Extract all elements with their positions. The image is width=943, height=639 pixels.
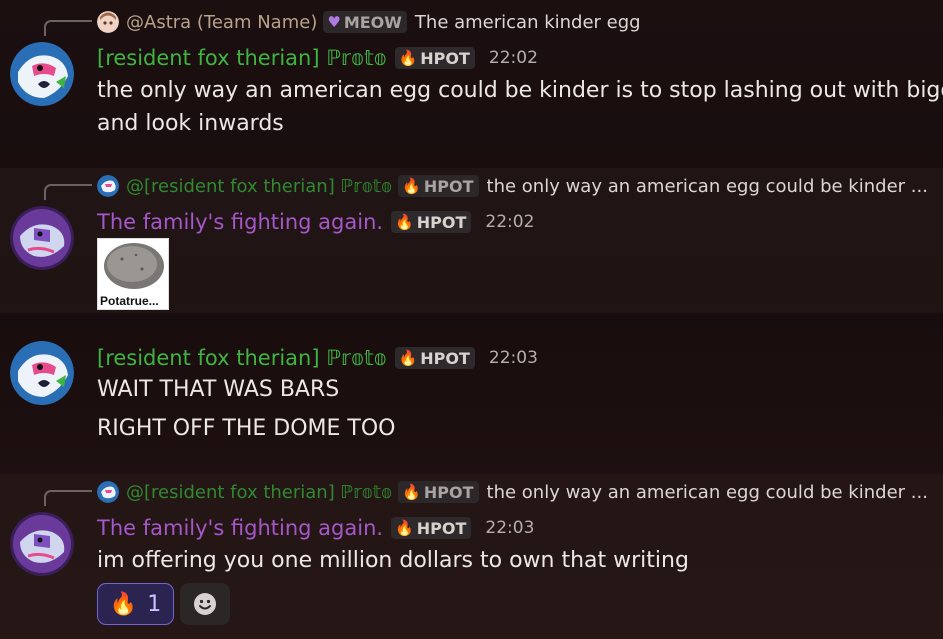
message-4: @[resident fox therian] ℙ𝕣𝕠𝕥𝕠 🔥 HPOT the…: [0, 474, 943, 639]
message-header: The family's fighting again. 🔥 HPOT 22:0…: [97, 208, 534, 236]
reply-connector: [44, 20, 92, 36]
add-reaction-button[interactable]: [180, 583, 230, 625]
avatar[interactable]: [10, 206, 74, 270]
message-text: RIGHT OFF THE DOME TOO: [97, 416, 396, 441]
avatar[interactable]: [10, 512, 74, 576]
message-header: [resident fox therian] ℙ𝕣𝕠𝕥𝕠 🔥 HPOT 22:0…: [97, 344, 538, 372]
reply-text: the only way an american egg could be ki…: [486, 481, 928, 503]
fire-emoji-icon: 🔥: [109, 591, 138, 617]
reply-connector: [44, 184, 92, 200]
reaction-fire[interactable]: 🔥 1: [97, 583, 174, 625]
message-header: The family's fighting again. 🔥 HPOT 22:0…: [97, 514, 534, 542]
astra-avatar-icon: [97, 11, 119, 33]
reply-connector: [44, 490, 92, 506]
purple-heart-icon: ♥: [327, 12, 341, 31]
reply-role-tag: 🔥 HPOT: [398, 175, 479, 197]
avatar[interactable]: [10, 341, 74, 405]
proto-mini-avatar-icon: [97, 175, 119, 197]
reaction-count: 1: [147, 591, 162, 617]
role-tag: 🔥 HPOT: [394, 47, 475, 69]
reply-role-tag: ♥ MEOW: [323, 11, 407, 33]
message-2: @[resident fox therian] ℙ𝕣𝕠𝕥𝕠 🔥 HPOT the…: [0, 168, 943, 313]
reply-text: The american kinder egg: [414, 11, 641, 33]
fire-icon: 🔥: [395, 212, 414, 231]
message-text: WAIT THAT WAS BARS: [97, 377, 340, 402]
fire-icon: 🔥: [402, 482, 421, 501]
timestamp: 22:03: [488, 348, 538, 368]
proto-avatar-icon: [10, 42, 74, 106]
username[interactable]: The family's fighting again.: [97, 516, 383, 540]
username[interactable]: [resident fox therian] ℙ𝕣𝕠𝕥𝕠: [97, 46, 387, 70]
reply-preview[interactable]: @[resident fox therian] ℙ𝕣𝕠𝕥𝕠 🔥 HPOT the…: [97, 174, 928, 198]
reply-role-tag: 🔥 HPOT: [398, 481, 479, 503]
reply-text: the only way an american egg could be ki…: [486, 175, 928, 197]
reply-preview[interactable]: @[resident fox therian] ℙ𝕣𝕠𝕥𝕠 🔥 HPOT the…: [97, 480, 928, 504]
message-text: im offering you one million dollars to o…: [97, 548, 689, 573]
add-reaction-smiley-icon: [194, 593, 216, 615]
message-text: and look inwards: [97, 111, 284, 136]
avatar[interactable]: [10, 42, 74, 106]
username[interactable]: The family's fighting again.: [97, 210, 383, 234]
role-tag: 🔥 HPOT: [394, 347, 475, 369]
potato-image-icon: [104, 243, 164, 289]
image-attachment[interactable]: Potatrue...: [97, 238, 169, 310]
image-caption: Potatrue...: [100, 294, 159, 308]
family-avatar-icon: [10, 512, 74, 576]
family-avatar-icon: [10, 206, 74, 270]
message-text: the only way an american egg could be ki…: [97, 78, 943, 103]
username[interactable]: [resident fox therian] ℙ𝕣𝕠𝕥𝕠: [97, 346, 387, 370]
fire-icon: 🔥: [398, 48, 418, 67]
message-3: [resident fox therian] ℙ𝕣𝕠𝕥𝕠 🔥 HPOT 22:0…: [0, 313, 943, 474]
role-tag: 🔥 HPOT: [391, 211, 472, 233]
timestamp: 22:02: [488, 48, 538, 68]
proto-mini-avatar-icon: [97, 481, 119, 503]
role-tag: 🔥 HPOT: [391, 517, 472, 539]
fire-icon: 🔥: [402, 176, 421, 195]
reply-preview[interactable]: @Astra (Team Name) ♥ MEOW The american k…: [97, 10, 641, 34]
message-header: [resident fox therian] ℙ𝕣𝕠𝕥𝕠 🔥 HPOT 22:0…: [97, 44, 538, 72]
timestamp: 22:02: [485, 212, 535, 232]
reply-author[interactable]: @Astra (Team Name): [126, 12, 317, 33]
fire-icon: 🔥: [395, 518, 414, 537]
timestamp: 22:03: [485, 518, 535, 538]
fire-icon: 🔥: [398, 348, 418, 367]
proto-avatar-icon: [10, 341, 74, 405]
reply-author[interactable]: @[resident fox therian] ℙ𝕣𝕠𝕥𝕠: [126, 176, 392, 197]
reply-author[interactable]: @[resident fox therian] ℙ𝕣𝕠𝕥𝕠: [126, 482, 392, 503]
message-1: @Astra (Team Name) ♥ MEOW The american k…: [0, 0, 943, 168]
